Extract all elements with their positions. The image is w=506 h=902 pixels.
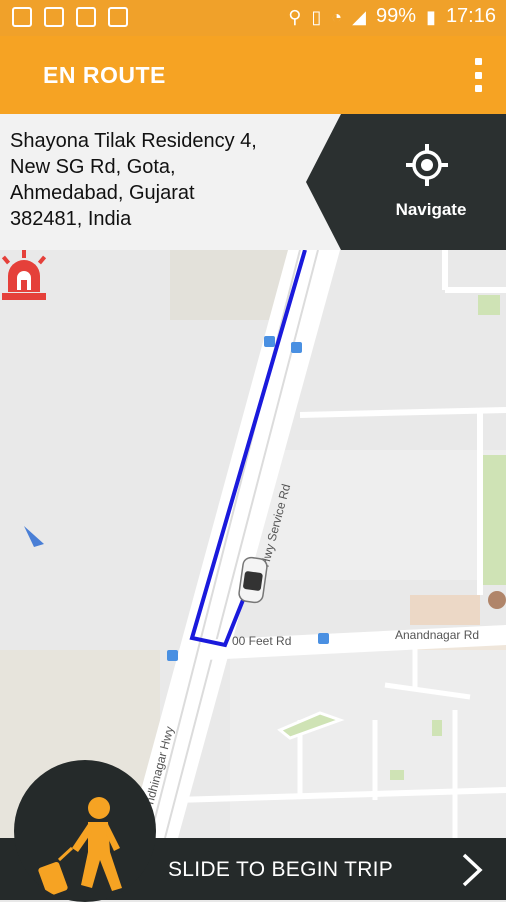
map-view[interactable]: G Hwy Service Rd 00 Feet Rd Anandnagar R… <box>0 250 506 838</box>
notification-icons <box>12 7 128 27</box>
vibrate-icon: ▯ <box>311 6 322 27</box>
image-icon <box>44 7 64 27</box>
wifi-icon: ◔ <box>331 6 343 27</box>
bus-stop-icon[interactable] <box>167 650 178 661</box>
traveler-luggage-icon <box>38 797 122 897</box>
car-icon <box>238 556 268 604</box>
page-title: EN ROUTE <box>43 62 166 88</box>
bus-stop-icon[interactable] <box>318 633 329 644</box>
system-icons: ⚲ ▯ ◔ ◢ 99% ▮ 17:16 <box>288 5 496 28</box>
slide-label: SLIDE TO BEGIN TRIP <box>168 858 394 881</box>
battery-percent: 99% <box>376 5 417 27</box>
chevron-right-icon[interactable] <box>460 852 484 888</box>
status-bar: ⚲ ▯ ◔ ◢ 99% ▮ 17:16 <box>0 0 506 36</box>
gps-target-icon <box>406 144 448 186</box>
road-label-100-feet: 00 Feet Rd <box>232 634 291 648</box>
siren-icon[interactable] <box>0 250 48 302</box>
poi-icon[interactable] <box>488 591 506 609</box>
navigate-button[interactable]: Navigate <box>306 114 506 250</box>
clock: 17:16 <box>445 5 496 27</box>
phone-lock-icon <box>108 7 128 27</box>
signal-icon: ◢ <box>352 6 366 27</box>
destination-address: Shayona Tilak Residency 4, New SG Rd, Go… <box>10 130 257 230</box>
more-vert-icon[interactable] <box>472 58 484 92</box>
app-bar: EN ROUTE <box>0 36 506 114</box>
bus-stop-icon[interactable] <box>264 336 275 347</box>
shield-icon <box>12 7 32 27</box>
begin-trip-slider-handle[interactable] <box>14 760 156 902</box>
road-label-anandnagar: Anandnagar Rd <box>395 628 479 642</box>
bus-stop-icon[interactable] <box>291 342 302 353</box>
navigate-label: Navigate <box>395 200 467 219</box>
battery-icon: ▮ <box>426 6 436 27</box>
location-icon: ⚲ <box>288 6 302 27</box>
mail-icon <box>76 7 96 27</box>
